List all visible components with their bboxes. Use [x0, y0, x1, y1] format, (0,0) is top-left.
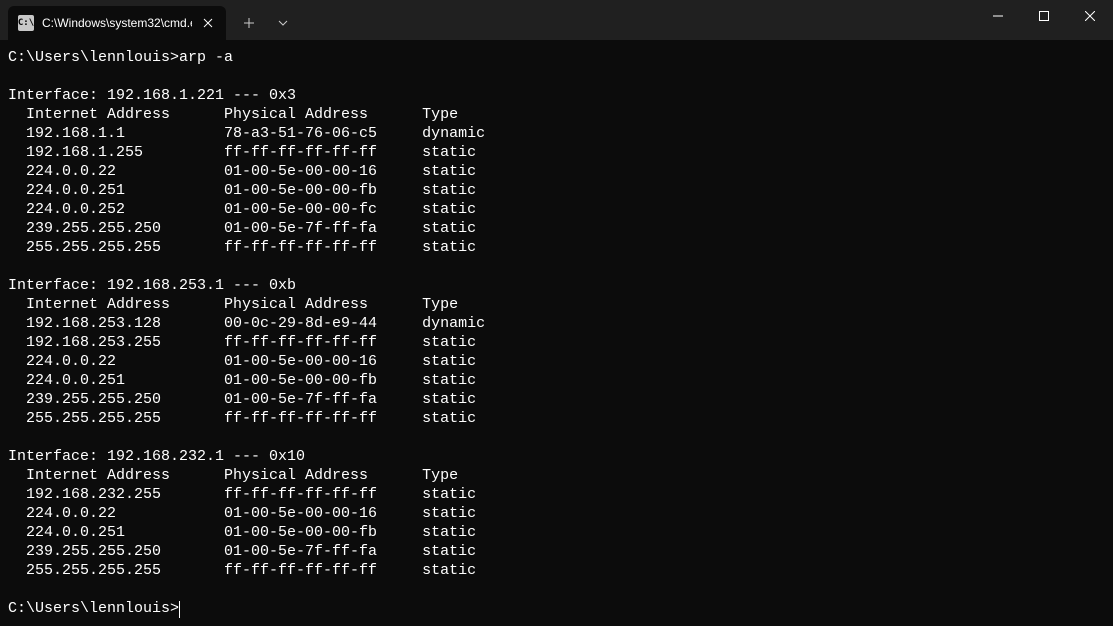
close-icon	[1085, 11, 1095, 21]
new-tab-button[interactable]	[234, 8, 264, 38]
tab-title: C:\Windows\system32\cmd.ex	[42, 16, 192, 30]
close-icon	[203, 18, 213, 28]
plus-icon	[243, 17, 255, 29]
tab-cmd[interactable]: C:\ C:\Windows\system32\cmd.ex	[8, 6, 226, 40]
titlebar: C:\ C:\Windows\system32\cmd.ex	[0, 0, 1113, 40]
tab-close-button[interactable]	[200, 15, 216, 31]
maximize-icon	[1039, 11, 1049, 21]
tab-dropdown-button[interactable]	[268, 8, 298, 38]
prompt: C:\Users\lennlouis>	[8, 600, 179, 617]
cmd-icon: C:\	[18, 15, 34, 31]
chevron-down-icon	[278, 20, 288, 26]
terminal-output[interactable]: C:\Users\lennlouis>arp -a Interface: 192…	[0, 40, 1113, 626]
window-controls	[975, 0, 1113, 40]
tab-actions	[226, 0, 298, 40]
cursor	[179, 601, 180, 618]
close-window-button[interactable]	[1067, 0, 1113, 32]
minimize-button[interactable]	[975, 0, 1021, 32]
maximize-button[interactable]	[1021, 0, 1067, 32]
minimize-icon	[993, 11, 1003, 21]
